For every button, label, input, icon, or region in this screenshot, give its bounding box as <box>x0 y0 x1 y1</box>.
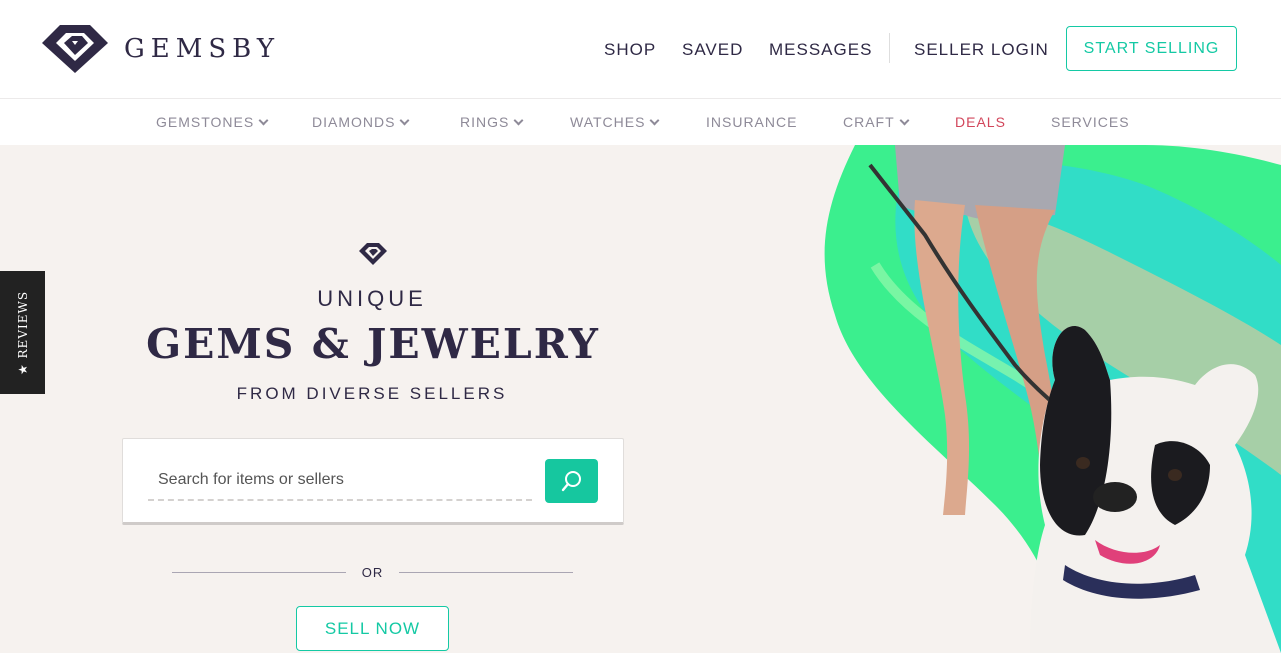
site-header: GEMSBY SHOP SAVED MESSAGES SELLER LOGIN … <box>0 0 1281 99</box>
category-label: DIAMONDS <box>312 114 396 130</box>
category-rings[interactable]: RINGS <box>460 114 524 130</box>
category-label: RINGS <box>460 114 510 130</box>
nav-messages-link[interactable]: MESSAGES <box>769 40 872 60</box>
category-deals[interactable]: DEALS <box>955 114 1006 130</box>
category-services[interactable]: SERVICES <box>1051 114 1130 130</box>
hero-subtitle: FROM DIVERSE SELLERS <box>236 384 508 403</box>
category-label: SERVICES <box>1051 114 1130 130</box>
nav-shop-link[interactable]: SHOP <box>604 40 656 60</box>
gemsby-diamond-small-icon <box>359 243 387 265</box>
category-craft[interactable]: CRAFT <box>843 114 910 130</box>
or-divider-text: OR <box>361 565 384 580</box>
category-insurance[interactable]: INSURANCE <box>706 114 797 130</box>
reviews-tab-label: ★ REVIEWS <box>15 290 30 375</box>
search-button[interactable] <box>545 459 598 503</box>
chevron-down-icon <box>400 115 410 125</box>
chevron-down-icon <box>650 115 660 125</box>
nav-divider <box>889 33 890 63</box>
search-input[interactable] <box>148 461 532 501</box>
hero-title: GEMS & JEWELRY <box>146 320 600 368</box>
or-divider-left <box>172 572 346 573</box>
category-watches[interactable]: WATCHES <box>570 114 660 130</box>
chevron-down-icon <box>513 115 524 125</box>
chevron-down-icon <box>258 115 269 125</box>
hero-kicker: UNIQUE <box>317 286 427 311</box>
brand-name: GEMSBY <box>124 34 280 64</box>
or-divider-right <box>399 572 573 573</box>
gemsby-diamond-logo-icon <box>42 25 108 73</box>
nav-seller-login-link[interactable]: SELLER LOGIN <box>914 40 1049 60</box>
category-diamonds[interactable]: DIAMONDS <box>312 114 410 130</box>
chevron-down-icon <box>899 115 910 125</box>
hero-dog-walk-image <box>824 145 1281 653</box>
category-label: GEMSTONES <box>156 114 255 130</box>
category-label: INSURANCE <box>706 114 798 130</box>
search-icon <box>561 471 581 492</box>
category-nav: GEMSTONES DIAMONDS RINGS WATCHES INSURAN… <box>0 99 1281 145</box>
sell-now-button[interactable]: SELL NOW <box>296 606 449 651</box>
search-box <box>122 438 624 525</box>
category-label: DEALS <box>955 114 1006 130</box>
nav-saved-link[interactable]: SAVED <box>682 40 743 60</box>
category-label: WATCHES <box>570 114 646 130</box>
reviews-tab[interactable]: ★ REVIEWS <box>0 271 45 394</box>
category-label: CRAFT <box>843 114 895 130</box>
start-selling-button[interactable]: START SELLING <box>1066 26 1237 71</box>
category-gemstones[interactable]: GEMSTONES <box>156 114 269 130</box>
brand-logo[interactable]: GEMSBY <box>42 25 280 73</box>
